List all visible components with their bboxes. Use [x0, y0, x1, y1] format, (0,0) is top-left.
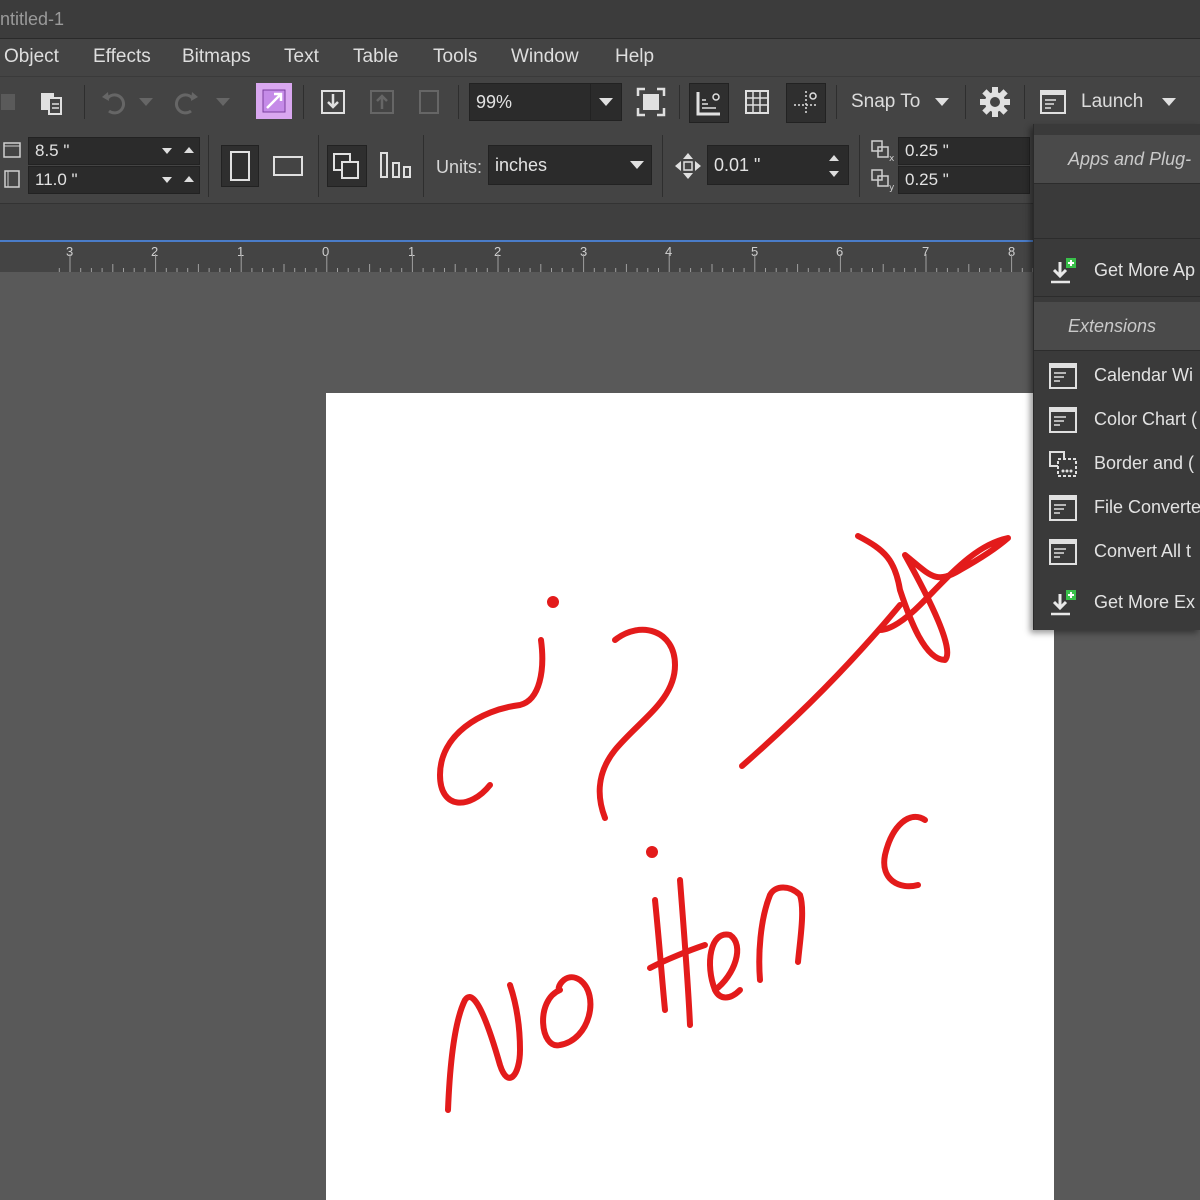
apps-plugins-header: Apps and Plug-	[1034, 135, 1200, 183]
annotation-arrow-head	[855, 533, 1011, 663]
annotation-letter-h-left	[652, 897, 668, 1013]
get-more-apps-item[interactable]: Get More Ap	[1034, 250, 1200, 292]
extensions-title: Extensions	[1068, 316, 1157, 336]
download-plus-icon	[1048, 256, 1078, 286]
extension-file-converter-item[interactable]: File Converte	[1034, 487, 1200, 529]
annotation-question-mark	[596, 626, 678, 821]
annotation-letter-o	[540, 974, 594, 1049]
extension-label: Border and (	[1094, 453, 1195, 473]
download-plus-icon	[1048, 588, 1078, 618]
extension-label: Color Chart (	[1094, 409, 1198, 429]
extension-app-icon	[1048, 537, 1078, 567]
annotation-letter-n	[445, 982, 523, 1113]
annotation-letter-r	[756, 884, 806, 983]
extension-label: Convert All t	[1094, 541, 1192, 561]
apps-plugins-title: Apps and Plug-	[1068, 149, 1192, 169]
extension-label: Calendar Wi	[1094, 365, 1194, 385]
annotation-letter-e	[707, 931, 743, 1001]
extension-app-icon	[1048, 405, 1078, 435]
handwritten-annotation	[437, 533, 1011, 1113]
extension-app-icon	[1048, 493, 1078, 523]
border-grommet-icon	[1048, 449, 1078, 479]
get-more-extensions-item[interactable]: Get More Ex	[1034, 582, 1200, 624]
extension-convert-all-item[interactable]: Convert All t	[1034, 531, 1200, 573]
annotation-letter-e2	[881, 813, 928, 890]
extension-calendar-item[interactable]: Calendar Wi	[1034, 355, 1200, 397]
get-more-extensions-label: Get More Ex	[1094, 592, 1196, 612]
extension-color-chart-item[interactable]: Color Chart (	[1034, 399, 1200, 441]
extension-border-item[interactable]: Border and (	[1034, 443, 1200, 485]
extension-app-icon	[1048, 361, 1078, 391]
annotation-inverted-question-dot	[547, 596, 559, 608]
get-more-apps-label: Get More Ap	[1094, 260, 1196, 280]
launch-menu: Apps and Plug- Get More Ap Extensions Ca…	[1033, 124, 1200, 630]
annotation-dot	[646, 846, 658, 858]
annotation-arrow-shaft	[739, 602, 903, 769]
extension-label: File Converte	[1094, 497, 1200, 517]
extensions-header: Extensions	[1034, 302, 1200, 350]
annotation-inverted-question-mark	[437, 637, 546, 806]
